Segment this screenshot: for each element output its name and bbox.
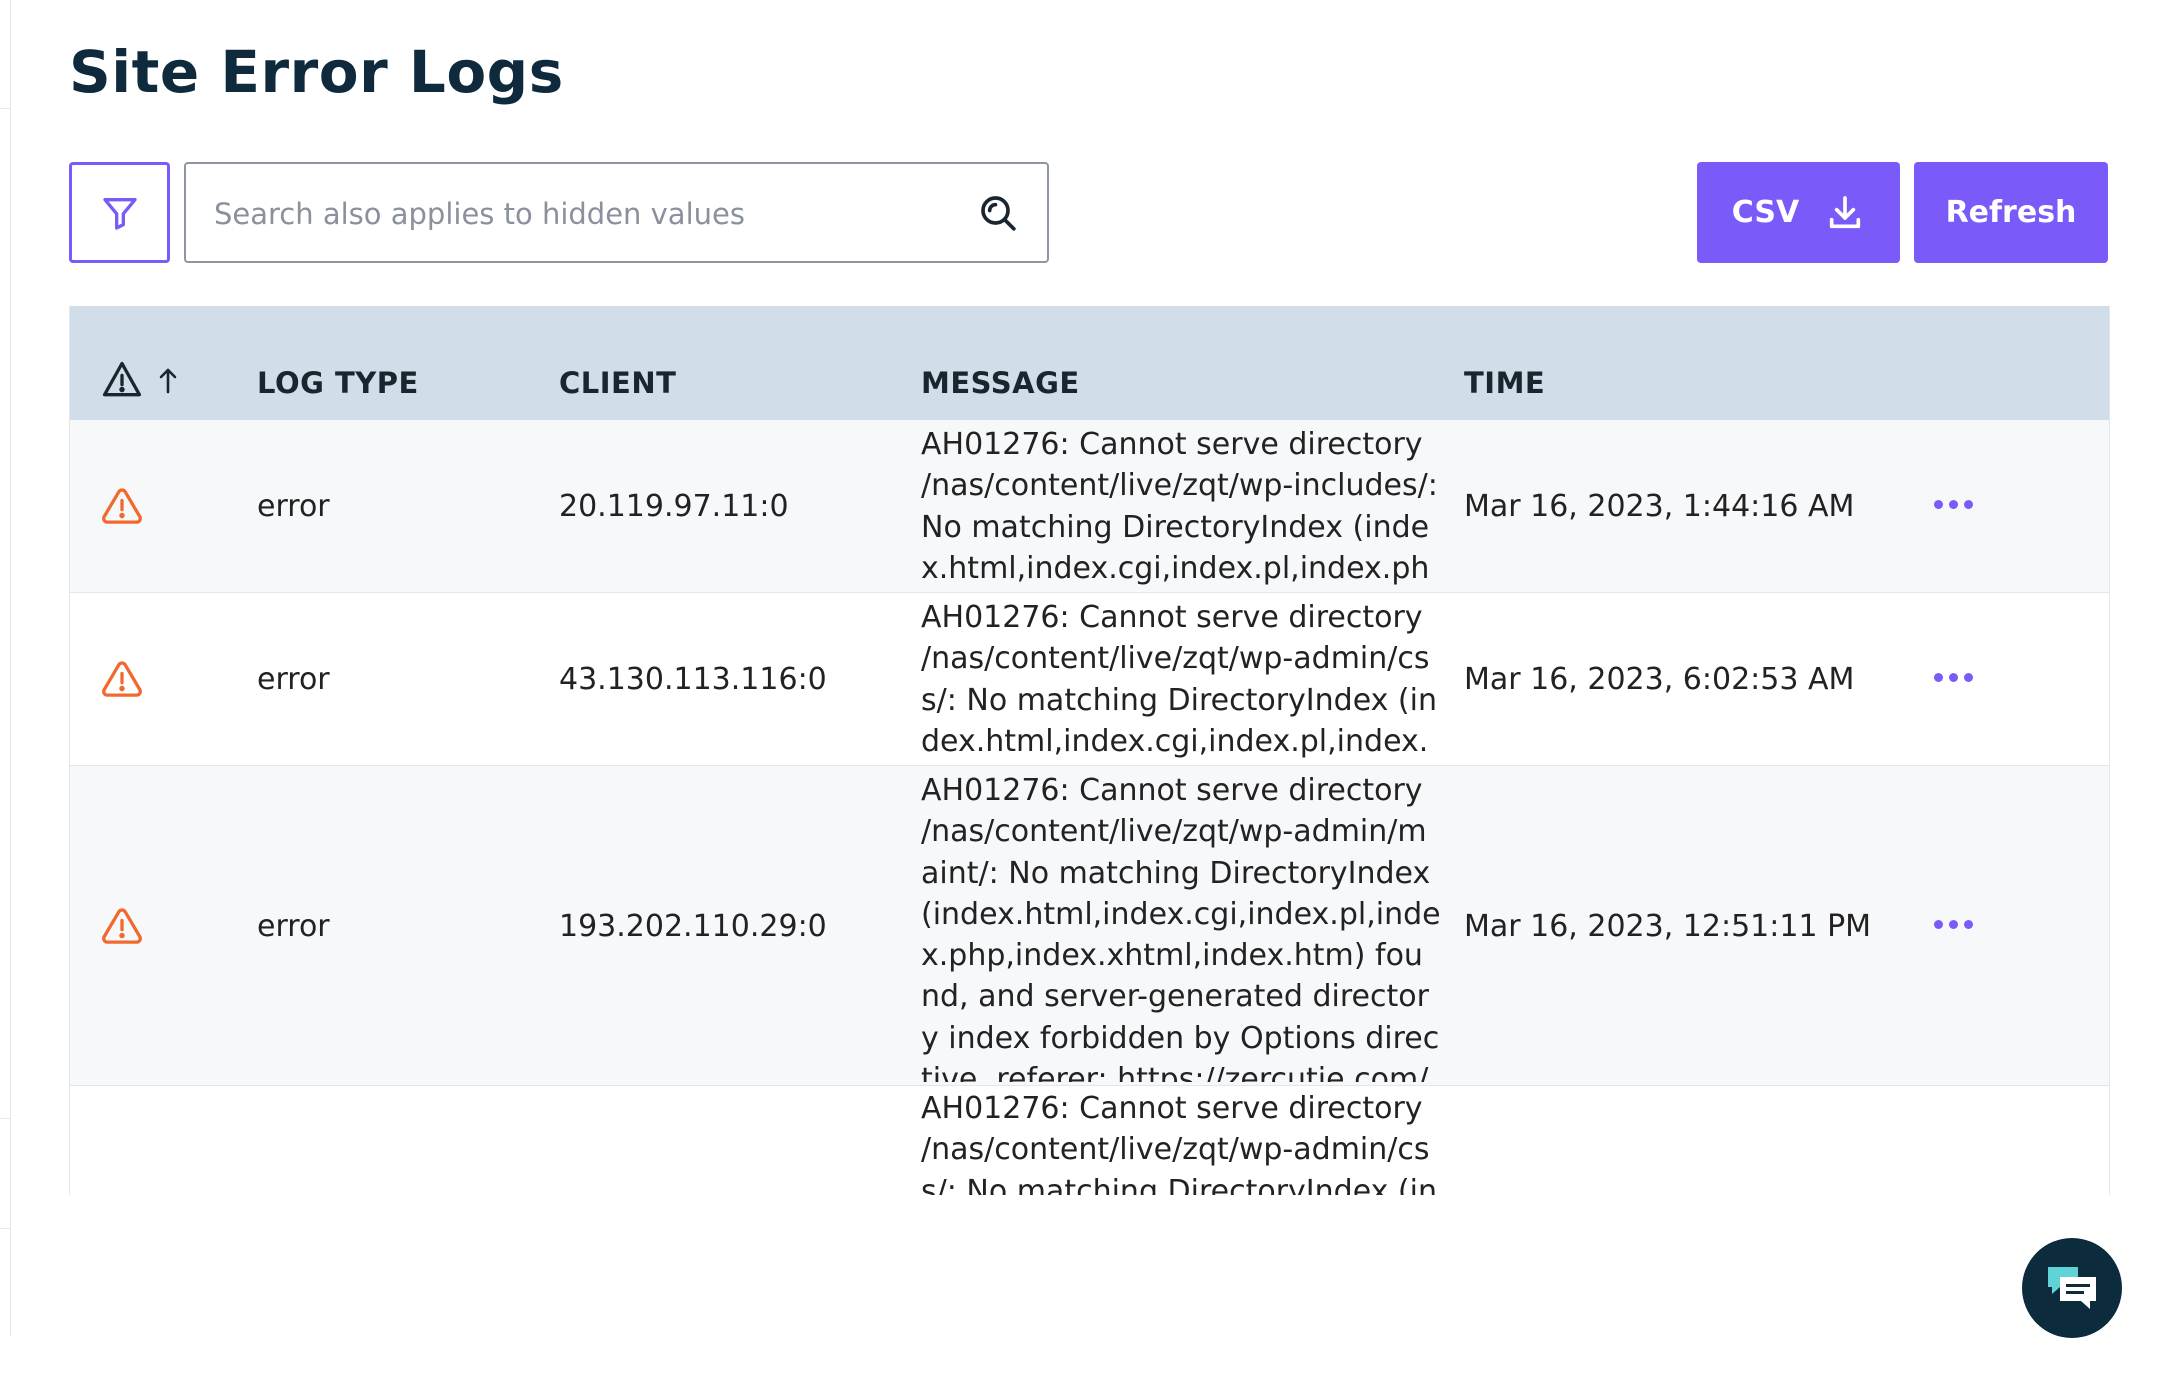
message-cell: AH01276: Cannot serve directory /nas/con… [921,427,1438,586]
csv-export-button[interactable]: CSV [1697,162,1900,263]
time-cell: Mar 16, 2023, 12:51:11 PM [1464,909,1872,944]
table-row[interactable]: error 43.130.113.116:0 AH01276: Cannot s… [70,593,2109,766]
row-actions-more-icon[interactable] [1934,500,1984,514]
client-cell: 20.119.97.11:0 [559,489,789,524]
row-actions-more-icon[interactable] [1934,920,1984,934]
table-row[interactable]: AH01276: Cannot serve directory /nas/con… [70,1086,2109,1195]
warning-icon [102,488,142,524]
log-type-cell: error [257,909,330,944]
table-row[interactable]: error 193.202.110.29:0 AH01276: Cannot s… [70,766,2109,1086]
warning-icon [102,361,142,397]
page-title: Site Error Logs [69,38,564,106]
chat-icon [2048,1267,2096,1309]
left-sidebar-edge [0,0,11,1336]
message-cell: AH01276: Cannot serve directory /nas/con… [921,773,1441,1082]
client-cell: 43.130.113.116:0 [559,662,827,697]
filter-button[interactable] [69,162,170,263]
log-type-cell: error [257,489,330,524]
error-log-table: LOG TYPE CLIENT MESSAGE TIME error 20.11… [69,306,2110,1195]
severity-column-header[interactable] [100,358,180,402]
refresh-button[interactable]: Refresh [1914,162,2108,263]
search-input[interactable] [212,164,936,263]
filter-icon [102,197,137,230]
row-actions-more-icon[interactable] [1934,673,1984,687]
search-icon[interactable] [978,193,1018,233]
column-header-client[interactable]: CLIENT [559,366,676,400]
table-row[interactable]: error 20.119.97.11:0 AH01276: Cannot ser… [70,420,2109,593]
client-cell: 193.202.110.29:0 [559,909,827,944]
column-header-message[interactable]: MESSAGE [921,366,1080,400]
table-header: LOG TYPE CLIENT MESSAGE TIME [70,306,2109,420]
column-header-time[interactable]: TIME [1464,366,1545,400]
search-field[interactable] [184,162,1049,263]
csv-button-label: CSV [1731,195,1800,230]
chat-support-button[interactable] [2022,1238,2122,1338]
warning-icon [102,908,142,944]
column-header-log-type[interactable]: LOG TYPE [257,366,419,400]
refresh-button-label: Refresh [1945,195,2077,230]
download-icon [1830,195,1861,228]
message-cell: AH01276: Cannot serve directory /nas/con… [921,1091,1437,1195]
warning-icon [102,661,142,697]
sort-ascending-icon[interactable] [156,365,180,395]
message-cell: AH01276: Cannot serve directory /nas/con… [921,600,1437,759]
time-cell: Mar 16, 2023, 6:02:53 AM [1464,662,1855,697]
log-type-cell: error [257,662,330,697]
time-cell: Mar 16, 2023, 1:44:16 AM [1464,489,1855,524]
